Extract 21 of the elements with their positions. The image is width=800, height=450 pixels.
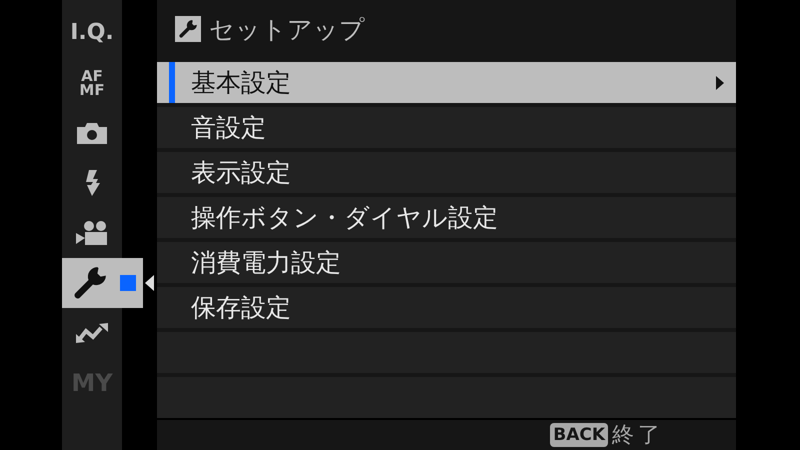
menu-item[interactable]: 保存設定 <box>157 287 736 328</box>
menu-item[interactable]: 基本設定 <box>157 62 736 103</box>
camera-icon <box>77 122 107 144</box>
back-key: BACK <box>550 423 608 447</box>
zigzag-arrows-icon <box>76 323 108 343</box>
pointer-icon <box>145 275 154 291</box>
menu-item[interactable]: 操作ボタン・ダイヤル設定 <box>157 197 736 238</box>
menu-title: セットアップ <box>209 14 365 46</box>
flash-icon <box>84 170 100 196</box>
menu-item[interactable]: 表示設定 <box>157 152 736 193</box>
indicator-icon <box>120 275 136 291</box>
tab-label: I.Q. <box>70 22 114 44</box>
sidebar-tab[interactable]: AF MF <box>62 58 122 108</box>
wrench-icon <box>72 265 108 301</box>
menu-item[interactable]: 消費電力設定 <box>157 242 736 283</box>
exit-label: 終了 <box>612 422 664 450</box>
submenu-arrow-icon <box>716 76 724 90</box>
tab-label: AF MF <box>79 68 105 98</box>
sidebar-tab[interactable]: I.Q. <box>62 8 122 58</box>
menu-item[interactable]: 音設定 <box>157 107 736 148</box>
movie-camera-icon <box>76 221 108 245</box>
